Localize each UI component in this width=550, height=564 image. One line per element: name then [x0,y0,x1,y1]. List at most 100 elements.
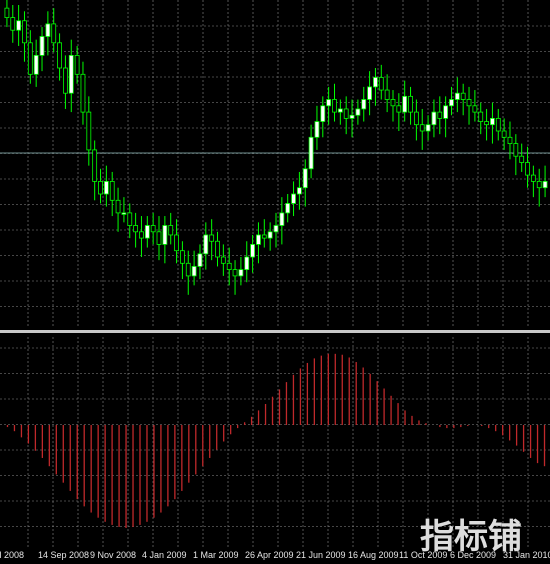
histogram-series [6,353,546,528]
candle-body [191,266,197,277]
candle-body [68,55,74,94]
chart-area: Jul 2008 14 Sep 20089 Nov 2008 4 Jan 2009 1… [0,0,550,564]
candle-body [454,92,460,100]
candle-body [337,108,343,113]
candle-body [320,105,326,122]
candle-body [33,55,39,75]
candle-body [232,269,238,277]
x-axis-label: 21 Jun 2009 [296,550,346,560]
candle-body [74,55,80,75]
candle-body [542,180,548,189]
x-axis-label: 4 Jan 2009 [142,550,187,560]
candle-body [150,225,156,233]
candle-body [57,42,62,69]
x-axis-label: 16 Aug 2009 [348,550,399,560]
candle-body [267,231,273,239]
candle-body [326,99,332,107]
candle-body [261,234,267,239]
candle-body [472,105,478,113]
candle-body [51,23,57,44]
pane-separator [0,330,550,333]
candle-body [484,121,489,126]
candle-body [139,231,144,239]
candle-body [495,118,501,132]
candle-body [525,162,530,176]
x-axis-label: 26 Apr 2009 [245,550,294,560]
candle-body [419,124,425,132]
candle-body [279,212,285,226]
chart-svg: Jul 2008 14 Sep 20089 Nov 2008 4 Jan 2009 1… [0,0,550,560]
candle-body [22,20,27,44]
candle-body [332,99,337,113]
candle-body [413,111,419,126]
candle-body [367,86,372,100]
candle-body [115,199,121,214]
candle-body [460,92,466,100]
candle-body [308,136,314,170]
candle-body [373,77,378,88]
x-axis-label: 1 Mar 2009 [193,550,239,560]
candle-body [16,20,22,31]
candle-body [256,234,261,245]
candle-body [530,174,536,182]
candle-body [519,155,525,163]
candle-body [238,269,244,277]
candle-body [203,234,209,255]
candle-body [478,111,484,122]
x-axis-label: Jul 2008 [0,550,24,560]
candle-body [466,99,472,107]
candle-body [449,99,454,107]
candle-body [226,262,232,270]
candle-body [121,212,127,215]
candle-body [273,225,279,233]
candle-body [285,203,291,214]
candle-body [314,121,320,138]
candle-body [296,187,302,195]
candle-body [4,7,10,18]
candle-body [103,180,109,195]
candle-body [513,143,519,157]
candle-body [396,105,402,113]
candle-body [384,89,390,100]
candle-body [127,212,133,226]
candle-body [174,234,179,252]
x-axis-label: 14 Sep 2008 [38,550,89,560]
candle-body [250,243,256,258]
candle-body [291,193,296,204]
candle-body [63,67,68,94]
candle-body [443,105,449,119]
candle-body [185,262,191,277]
candle-body [209,234,215,242]
candle-body [425,124,431,132]
candle-body [92,149,98,182]
candle-body [215,240,220,258]
candle-body [343,108,349,119]
candle-body [109,180,115,201]
candle-body [536,180,542,189]
candle-body [133,225,139,233]
candle-body [80,73,86,113]
candle-body [168,225,174,236]
candle-body [507,136,513,145]
pane-separator-bar [0,330,550,333]
candle-body [197,253,203,267]
candle-body [402,95,408,113]
candle-body [180,250,185,264]
candle-body [220,256,226,264]
candle-body [501,130,507,138]
candle-body [408,95,413,113]
candle-body [98,180,103,195]
candlestick-series [4,0,548,295]
candle-body [86,111,92,151]
candle-body [302,168,308,189]
candle-body [349,114,355,119]
watermark-text: 指标铺 [420,517,522,557]
candle-body [378,77,384,91]
candle-body [39,36,45,56]
candle-body [244,256,250,271]
candle-body [10,17,16,31]
candle-body [490,118,495,126]
candle-body [162,225,168,245]
candle-body [355,108,361,116]
candle-body [431,111,437,126]
